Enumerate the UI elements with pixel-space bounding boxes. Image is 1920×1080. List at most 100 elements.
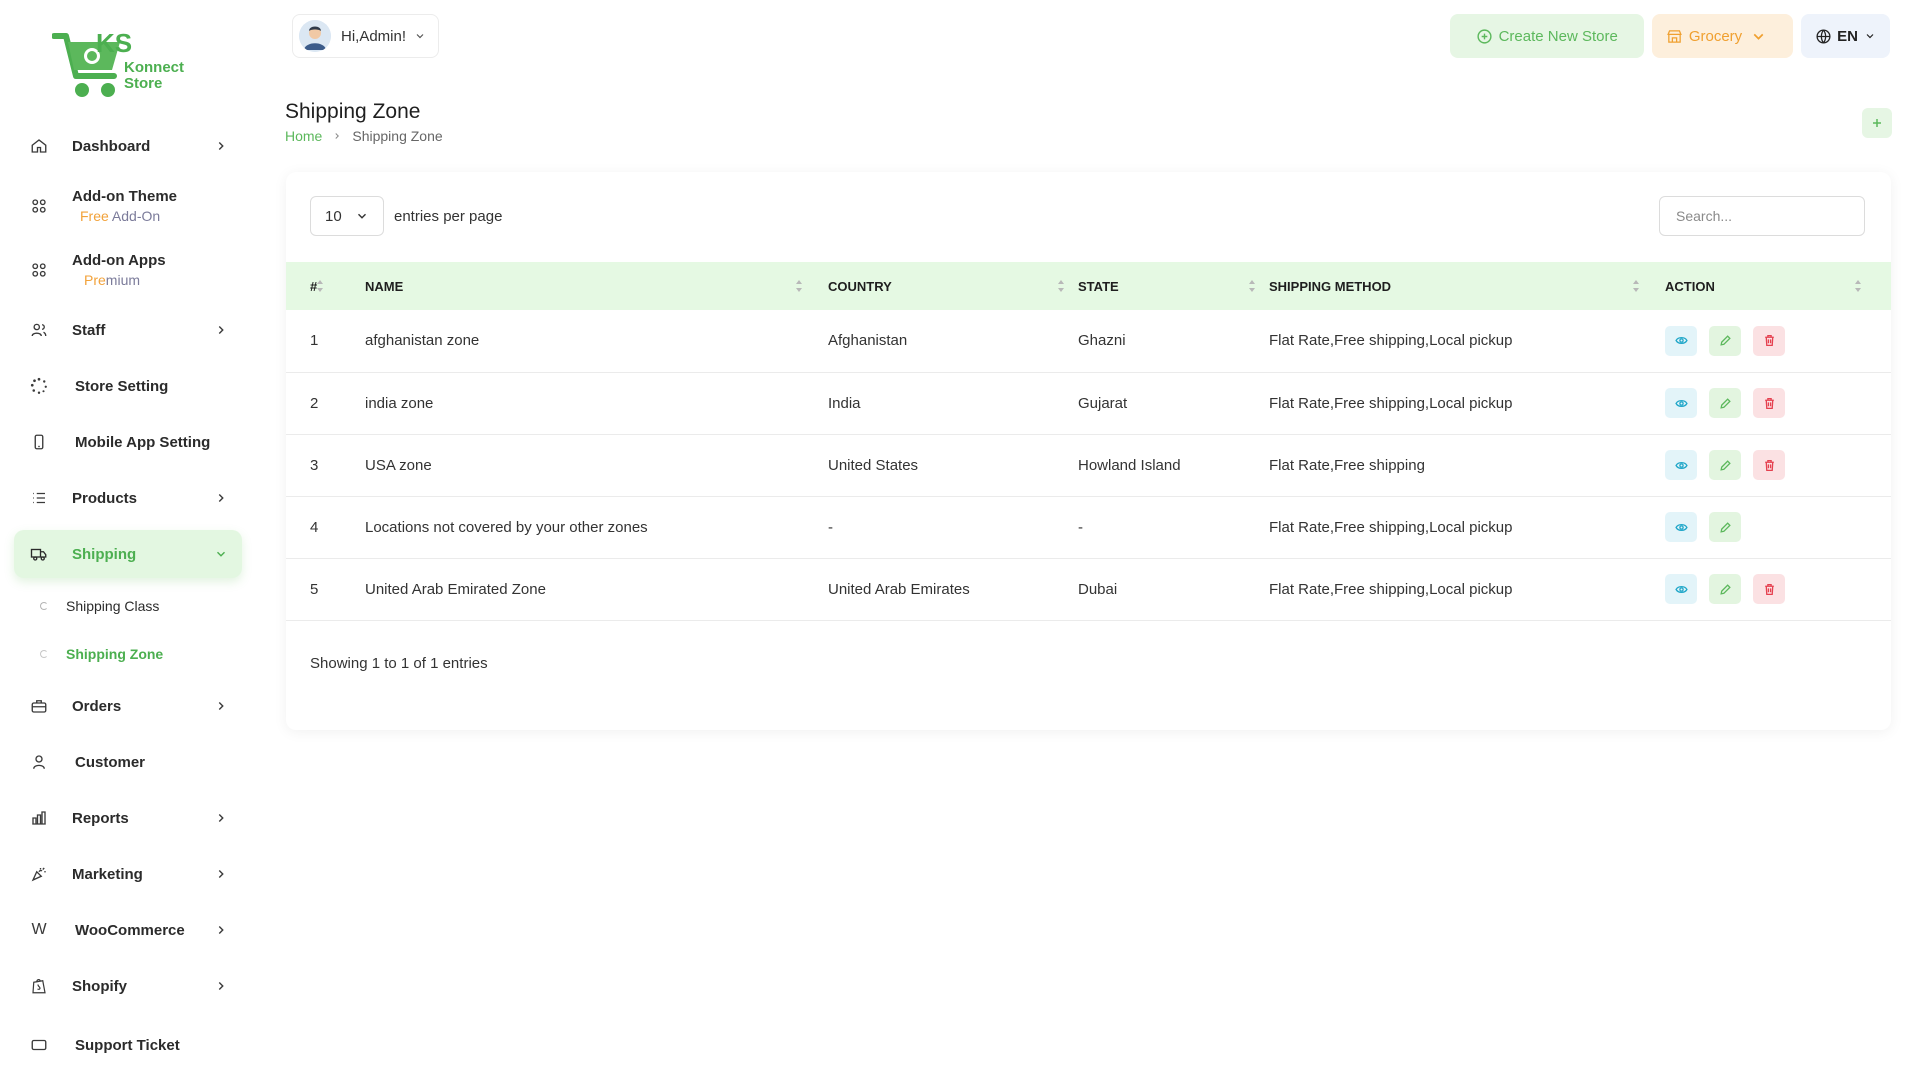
sidebar-item-label: Dashboard bbox=[72, 137, 151, 155]
delete-button[interactable] bbox=[1753, 325, 1785, 356]
list-icon bbox=[30, 489, 48, 507]
users-icon bbox=[30, 321, 48, 339]
user-menu-button[interactable]: Hi,Admin! bbox=[292, 14, 440, 58]
sort-icon bbox=[1633, 280, 1639, 292]
view-button[interactable] bbox=[1665, 512, 1697, 542]
table-row: 4 Locations not covered by your other zo… bbox=[286, 496, 1891, 558]
sidebar-item-store-setting[interactable]: Store Setting bbox=[14, 358, 242, 414]
column-header-state[interactable]: STATE bbox=[1078, 262, 1269, 310]
eye-icon bbox=[1674, 461, 1688, 469]
sidebar-item-products[interactable]: Products bbox=[14, 470, 242, 526]
sidebar-item-orders[interactable]: Orders bbox=[14, 678, 242, 734]
plus-icon bbox=[1873, 119, 1881, 127]
cell-shipping-method: Flat Rate,Free shipping,Local pickup bbox=[1269, 518, 1513, 536]
entries-per-page-value: 10 bbox=[325, 207, 342, 225]
breadcrumb-home-link[interactable]: Home bbox=[285, 128, 322, 144]
language-dropdown[interactable]: EN bbox=[1801, 14, 1890, 58]
globe-icon bbox=[1816, 28, 1831, 44]
entries-per-page: 10 entries per page bbox=[310, 196, 502, 236]
sidebar-item-support-ticket[interactable]: Support Ticket bbox=[14, 1014, 242, 1054]
sidebar-item-marketing[interactable]: Marketing bbox=[14, 846, 242, 902]
sidebar-item-dashboard[interactable]: Dashboard bbox=[14, 118, 242, 174]
sidebar-item-shopify[interactable]: Shopify bbox=[14, 958, 242, 1014]
sidebar-item-shipping[interactable]: Shipping bbox=[14, 530, 242, 578]
bullet-icon bbox=[40, 602, 48, 610]
chevron-right-icon bbox=[218, 926, 224, 934]
view-button[interactable] bbox=[1665, 325, 1697, 356]
chevron-right-icon bbox=[218, 702, 224, 710]
sidebar-item-staff[interactable]: Staff bbox=[14, 302, 242, 358]
view-button[interactable] bbox=[1665, 574, 1697, 604]
sidebar-subitem-label: Shipping Class bbox=[66, 598, 160, 614]
eye-icon bbox=[1674, 399, 1688, 407]
add-shipping-zone-button[interactable] bbox=[1862, 108, 1892, 138]
sidebar-item-label: Add-on Apps bbox=[72, 252, 166, 269]
create-new-store-button[interactable]: Create New Store bbox=[1449, 14, 1644, 58]
sort-icon bbox=[1855, 280, 1861, 292]
cell-actions bbox=[1665, 310, 1891, 372]
chevron-down-icon bbox=[1866, 34, 1874, 39]
column-header-name[interactable]: NAME bbox=[365, 262, 828, 310]
pencil-icon bbox=[1719, 459, 1731, 471]
briefcase-icon bbox=[30, 697, 48, 715]
column-header-country[interactable]: COUNTRY bbox=[828, 262, 1078, 310]
cell-state: - bbox=[1078, 518, 1083, 536]
edit-button[interactable] bbox=[1709, 450, 1741, 480]
chevron-right-icon bbox=[218, 326, 224, 334]
delete-button[interactable] bbox=[1753, 388, 1785, 418]
plus-circle-icon bbox=[1477, 28, 1492, 44]
cell-number: 5 bbox=[310, 580, 319, 598]
view-button[interactable] bbox=[1665, 388, 1697, 418]
column-header-shipping-method[interactable]: SHIPPING METHOD bbox=[1269, 262, 1665, 310]
column-header-action[interactable]: ACTION bbox=[1665, 262, 1891, 310]
delete-button[interactable] bbox=[1753, 574, 1785, 604]
edit-button[interactable] bbox=[1709, 512, 1741, 542]
sidebar-item-addon-theme[interactable]: Add-on Theme Free Add-On bbox=[14, 174, 242, 238]
cell-name: afghanistan zone bbox=[365, 332, 480, 350]
brand-logo[interactable]: KS Konnect Store bbox=[51, 28, 192, 102]
edit-button[interactable] bbox=[1709, 325, 1741, 356]
chevron-down-icon bbox=[416, 34, 424, 39]
table-info: Showing 1 to 1 of 1 entries bbox=[310, 655, 488, 672]
entries-per-page-select[interactable]: 10 bbox=[310, 196, 384, 236]
sidebar-nav: Dashboard Add-on Theme Free Add-On Add-o… bbox=[14, 118, 242, 1054]
sidebar-item-mobile-app-setting[interactable]: Mobile App Setting bbox=[14, 414, 242, 470]
sidebar-item-customer[interactable]: Customer bbox=[14, 734, 242, 790]
chevron-right-icon bbox=[218, 982, 224, 990]
cell-name: USA zone bbox=[365, 456, 432, 474]
free-addon-badge: Free Add-On bbox=[80, 208, 161, 224]
edit-button[interactable] bbox=[1709, 388, 1741, 418]
view-button[interactable] bbox=[1665, 450, 1697, 480]
sidebar: KS Konnect Store Dashboard Add-on Theme … bbox=[0, 0, 256, 1080]
sidebar-item-label: Shopify bbox=[72, 977, 127, 995]
ticket-icon bbox=[30, 1036, 48, 1054]
chevron-right-icon bbox=[218, 142, 224, 150]
sidebar-item-label: Support Ticket bbox=[75, 1037, 180, 1054]
cell-state: Ghazni bbox=[1078, 332, 1126, 350]
table-row: 1 afghanistan zone Afghanistan Ghazni Fl… bbox=[286, 310, 1891, 372]
sidebar-item-label: Orders bbox=[72, 697, 122, 715]
eye-icon bbox=[1674, 523, 1688, 531]
delete-button[interactable] bbox=[1753, 450, 1785, 480]
trash-icon bbox=[1764, 397, 1774, 409]
search-input[interactable] bbox=[1659, 196, 1865, 236]
sidebar-item-woocommerce[interactable]: W WooCommerce bbox=[14, 902, 242, 958]
store-select-dropdown[interactable]: Grocery bbox=[1651, 14, 1794, 58]
premium-badge: Premium bbox=[84, 272, 141, 288]
page-title: Shipping Zone bbox=[285, 100, 421, 123]
trash-icon bbox=[1764, 583, 1774, 595]
sidebar-item-label: Mobile App Setting bbox=[75, 433, 211, 451]
column-header-number[interactable]: # bbox=[286, 262, 365, 310]
cell-state: Gujarat bbox=[1078, 394, 1128, 412]
cell-country: United States bbox=[828, 456, 919, 474]
cell-name: United Arab Emirated Zone bbox=[365, 580, 546, 598]
sidebar-subitem-shipping-zone[interactable]: Shipping Zone bbox=[14, 630, 242, 678]
edit-button[interactable] bbox=[1709, 574, 1741, 604]
sidebar-item-reports[interactable]: Reports bbox=[14, 790, 242, 846]
chevron-right-icon bbox=[218, 494, 224, 502]
language-label: EN bbox=[1837, 27, 1858, 45]
sidebar-subitem-shipping-class[interactable]: Shipping Class bbox=[14, 582, 242, 630]
svg-text:Store: Store bbox=[124, 75, 162, 92]
sidebar-item-addon-apps[interactable]: Add-on Apps Premium bbox=[14, 238, 242, 302]
shopify-icon bbox=[30, 977, 48, 995]
